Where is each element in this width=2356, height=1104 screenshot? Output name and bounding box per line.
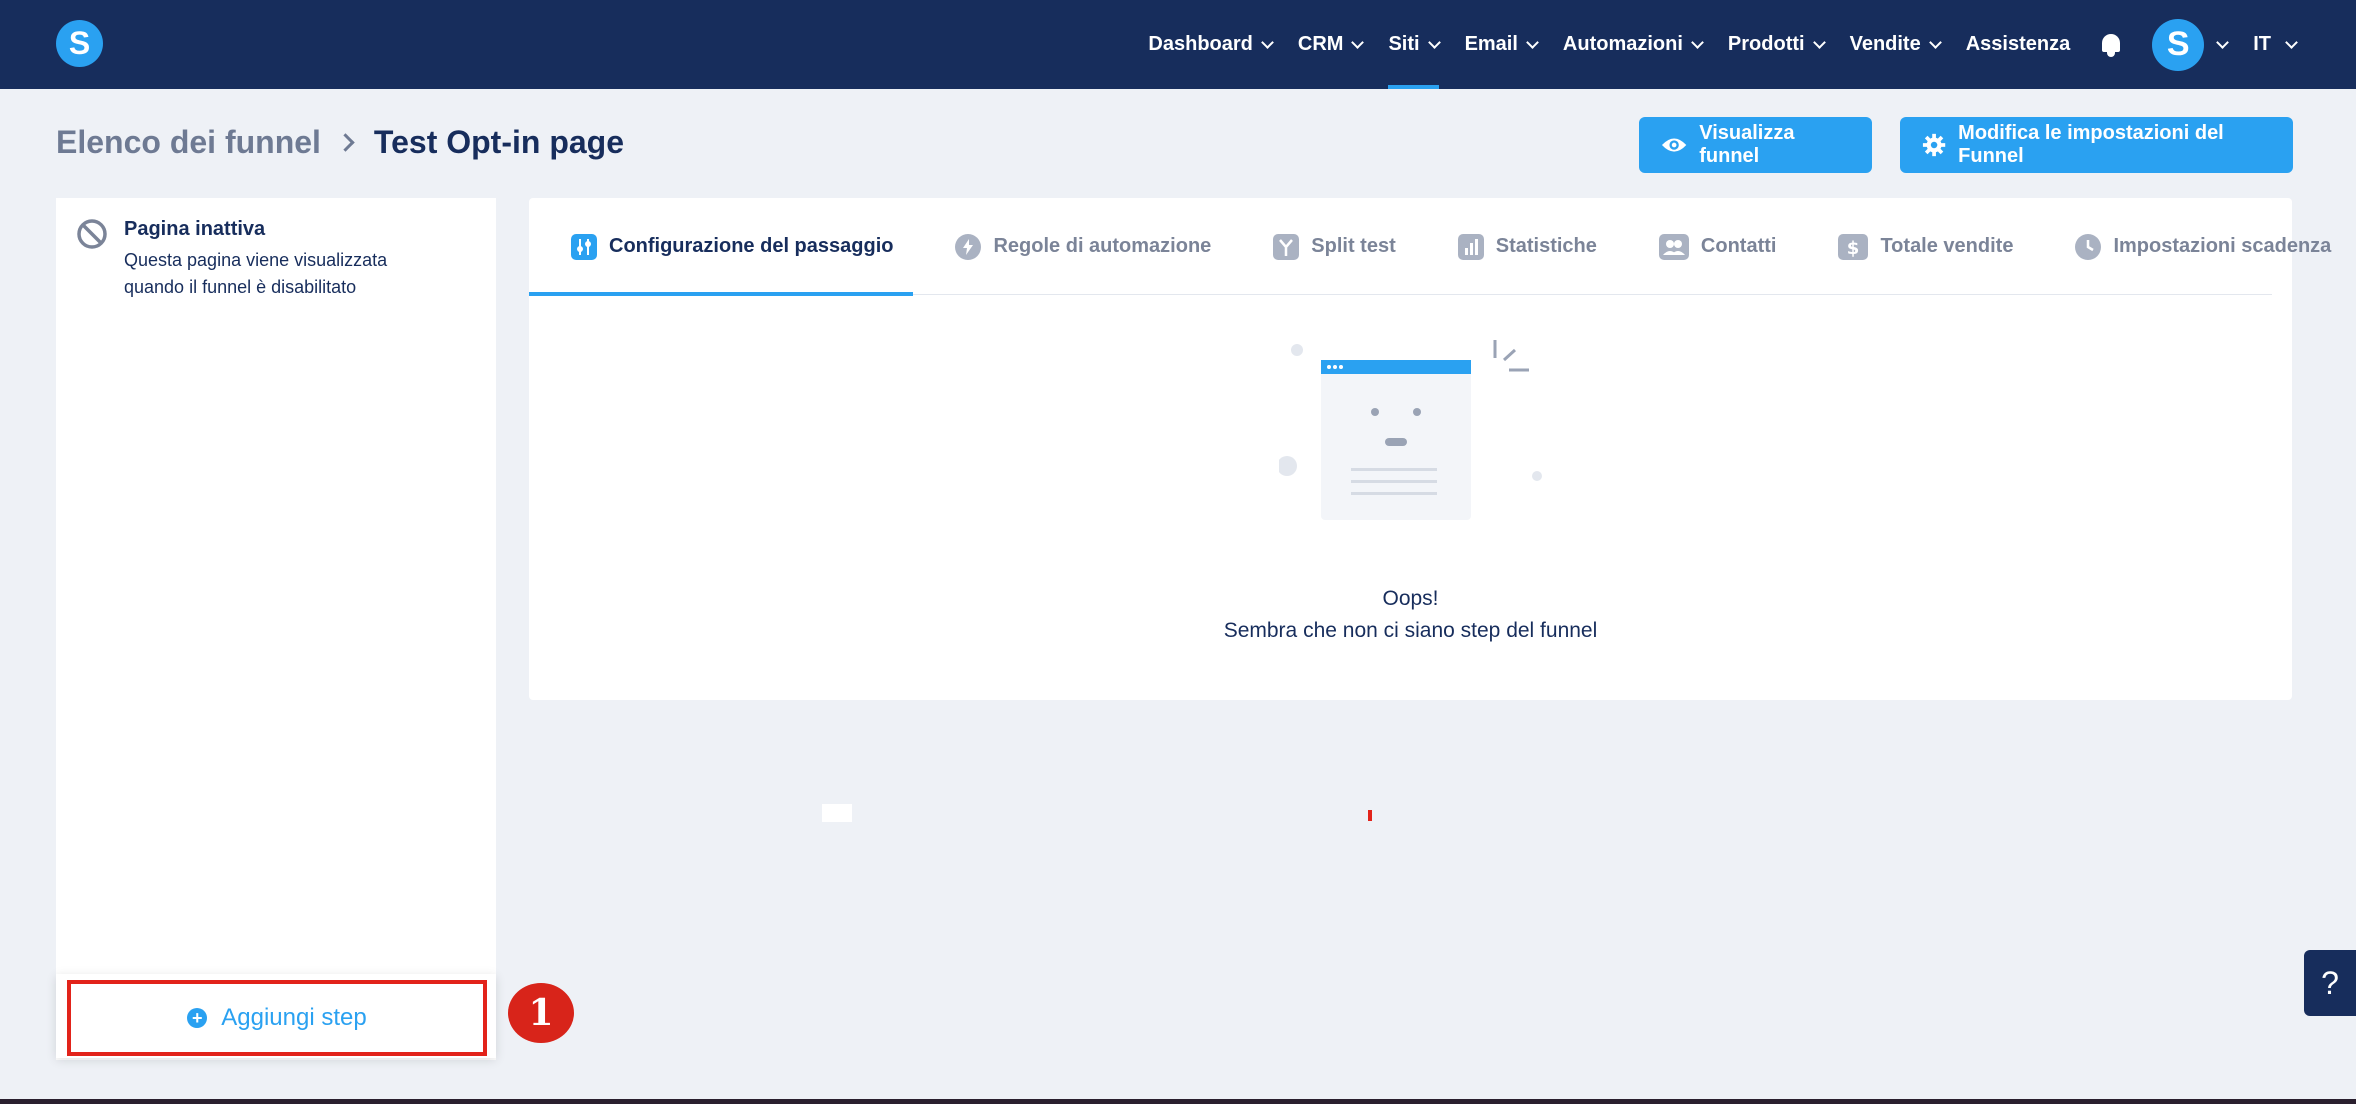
view-funnel-label: Visualizza funnel bbox=[1699, 122, 1795, 167]
chevron-right-icon bbox=[336, 133, 355, 152]
nav-item-siti[interactable]: Siti bbox=[1388, 0, 1441, 89]
nav-item-label: Vendite bbox=[1849, 33, 1921, 55]
main-panel: Configurazione del passaggio Regole di a… bbox=[529, 198, 2331, 700]
tab-label: Split test bbox=[1311, 235, 1396, 257]
nav-item-label: Assistenza bbox=[1965, 33, 2071, 55]
tab-step-configuration[interactable]: Configurazione del passaggio bbox=[529, 198, 914, 296]
nav-item-label: Prodotti bbox=[1727, 33, 1805, 55]
chevron-down-icon bbox=[1812, 35, 1826, 49]
bell-icon[interactable] bbox=[2100, 32, 2122, 58]
eye-icon bbox=[1661, 138, 1687, 152]
tab-label: Contatti bbox=[1700, 235, 1777, 257]
gear-icon bbox=[1922, 133, 1946, 157]
clock-icon bbox=[2075, 233, 2102, 260]
chevron-down-icon bbox=[1691, 35, 1704, 49]
inactive-page-item[interactable]: Pagina inattiva Questa pagina viene visu… bbox=[76, 218, 424, 301]
tab-bar: Configurazione del passaggio Regole di a… bbox=[529, 198, 2331, 296]
chevron-down-icon[interactable] bbox=[2216, 35, 2230, 49]
nav-item-vendite[interactable]: Vendite bbox=[1849, 0, 1942, 89]
tab-contacts[interactable]: Contatti bbox=[1617, 198, 1797, 295]
tab-label: Configurazione del passaggio bbox=[609, 235, 894, 257]
add-step-button[interactable]: + Aggiungi step bbox=[67, 980, 487, 1056]
empty-state-illustration bbox=[1279, 340, 1542, 520]
language-label: IT bbox=[2253, 33, 2271, 55]
bottom-edge bbox=[0, 1099, 2356, 1104]
app-logo[interactable]: S bbox=[56, 20, 103, 67]
bolt-icon bbox=[955, 233, 982, 260]
tab-expiry-settings[interactable]: Impostazioni scadenza bbox=[2033, 198, 2351, 295]
nav-item-assistenza[interactable]: Assistenza bbox=[1966, 0, 2071, 89]
nav-item-label: Automazioni bbox=[1562, 33, 1683, 55]
add-step-label: Aggiungi step bbox=[221, 1004, 367, 1031]
add-step-container: + Aggiungi step bbox=[56, 974, 496, 1058]
breadcrumb: Elenco dei funnel Test Opt-in page bbox=[56, 124, 624, 161]
chevron-down-icon bbox=[2285, 35, 2298, 49]
chevron-down-icon bbox=[1261, 35, 1274, 49]
nav-item-label: Dashboard bbox=[1148, 33, 1253, 55]
svg-text:$: $ bbox=[1847, 238, 1860, 259]
tab-automation-rules[interactable]: Regole di automazione bbox=[913, 198, 1231, 295]
nav-item-prodotti[interactable]: Prodotti bbox=[1727, 0, 1826, 89]
empty-state-message: Oops! Sembra che non ci siano step del f… bbox=[529, 583, 2292, 647]
annotation-marker: 1 bbox=[508, 983, 574, 1043]
tab-label: Impostazioni scadenza bbox=[2113, 235, 2332, 257]
dollar-icon: $ bbox=[1838, 233, 1869, 260]
nav-item-email[interactable]: Email bbox=[1464, 0, 1539, 89]
artifact bbox=[822, 804, 852, 822]
plus-circle-icon: + bbox=[187, 1008, 208, 1028]
prohibited-icon bbox=[77, 219, 107, 249]
chevron-down-icon bbox=[1928, 35, 1942, 49]
inactive-page-title: Pagina inattiva bbox=[124, 218, 266, 240]
tab-label: Totale vendite bbox=[1880, 235, 2014, 257]
help-button[interactable]: ? bbox=[2304, 950, 2356, 1016]
funnel-steps-sidebar: Pagina inattiva Questa pagina viene visu… bbox=[56, 198, 496, 1060]
chevron-down-icon bbox=[1351, 35, 1365, 49]
breadcrumb-funnel-list[interactable]: Elenco dei funnel bbox=[56, 124, 321, 161]
contacts-icon bbox=[1658, 233, 1689, 260]
nav-item-crm[interactable]: CRM bbox=[1297, 0, 1365, 89]
tab-statistics[interactable]: Statistiche bbox=[1416, 198, 1617, 295]
sliders-icon bbox=[571, 233, 597, 260]
artifact bbox=[1368, 810, 1372, 821]
empty-state-title: Oops! bbox=[1382, 587, 1439, 610]
funnel-settings-label: Modifica le impostazioni del Funnel bbox=[1958, 122, 2224, 167]
top-navbar: S Dashboard CRM Siti Email Automazioni P… bbox=[0, 0, 2356, 89]
nav-item-label: Email bbox=[1464, 33, 1518, 55]
chevron-down-icon bbox=[1526, 35, 1539, 49]
nav-item-label: CRM bbox=[1297, 33, 1344, 55]
nav-item-dashboard[interactable]: Dashboard bbox=[1148, 0, 1274, 89]
split-icon bbox=[1273, 233, 1300, 260]
tab-label: Statistiche bbox=[1495, 235, 1597, 257]
main-nav: Dashboard CRM Siti Email Automazioni Pro… bbox=[1122, 0, 2356, 89]
empty-state-text: Sembra che non ci siano step del funnel bbox=[1223, 619, 1598, 642]
view-funnel-button[interactable]: Visualizza funnel bbox=[1639, 117, 1872, 173]
tab-label: Regole di automazione bbox=[993, 235, 1212, 257]
funnel-settings-button[interactable]: Modifica le impostazioni del Funnel bbox=[1900, 117, 2293, 173]
nav-item-label: Siti bbox=[1388, 33, 1420, 55]
tab-split-test[interactable]: Split test bbox=[1231, 198, 1415, 295]
inactive-page-description: Questa pagina viene visualizzata quando … bbox=[124, 250, 388, 297]
tab-total-sales[interactable]: $ Totale vendite bbox=[1796, 198, 2033, 295]
chevron-down-icon bbox=[1427, 35, 1441, 49]
nav-item-automazioni[interactable]: Automazioni bbox=[1562, 0, 1704, 89]
page-title: Test Opt-in page bbox=[373, 124, 624, 160]
language-selector[interactable]: IT bbox=[2253, 33, 2298, 56]
chart-icon bbox=[1457, 233, 1484, 260]
avatar[interactable]: S bbox=[2152, 18, 2205, 71]
